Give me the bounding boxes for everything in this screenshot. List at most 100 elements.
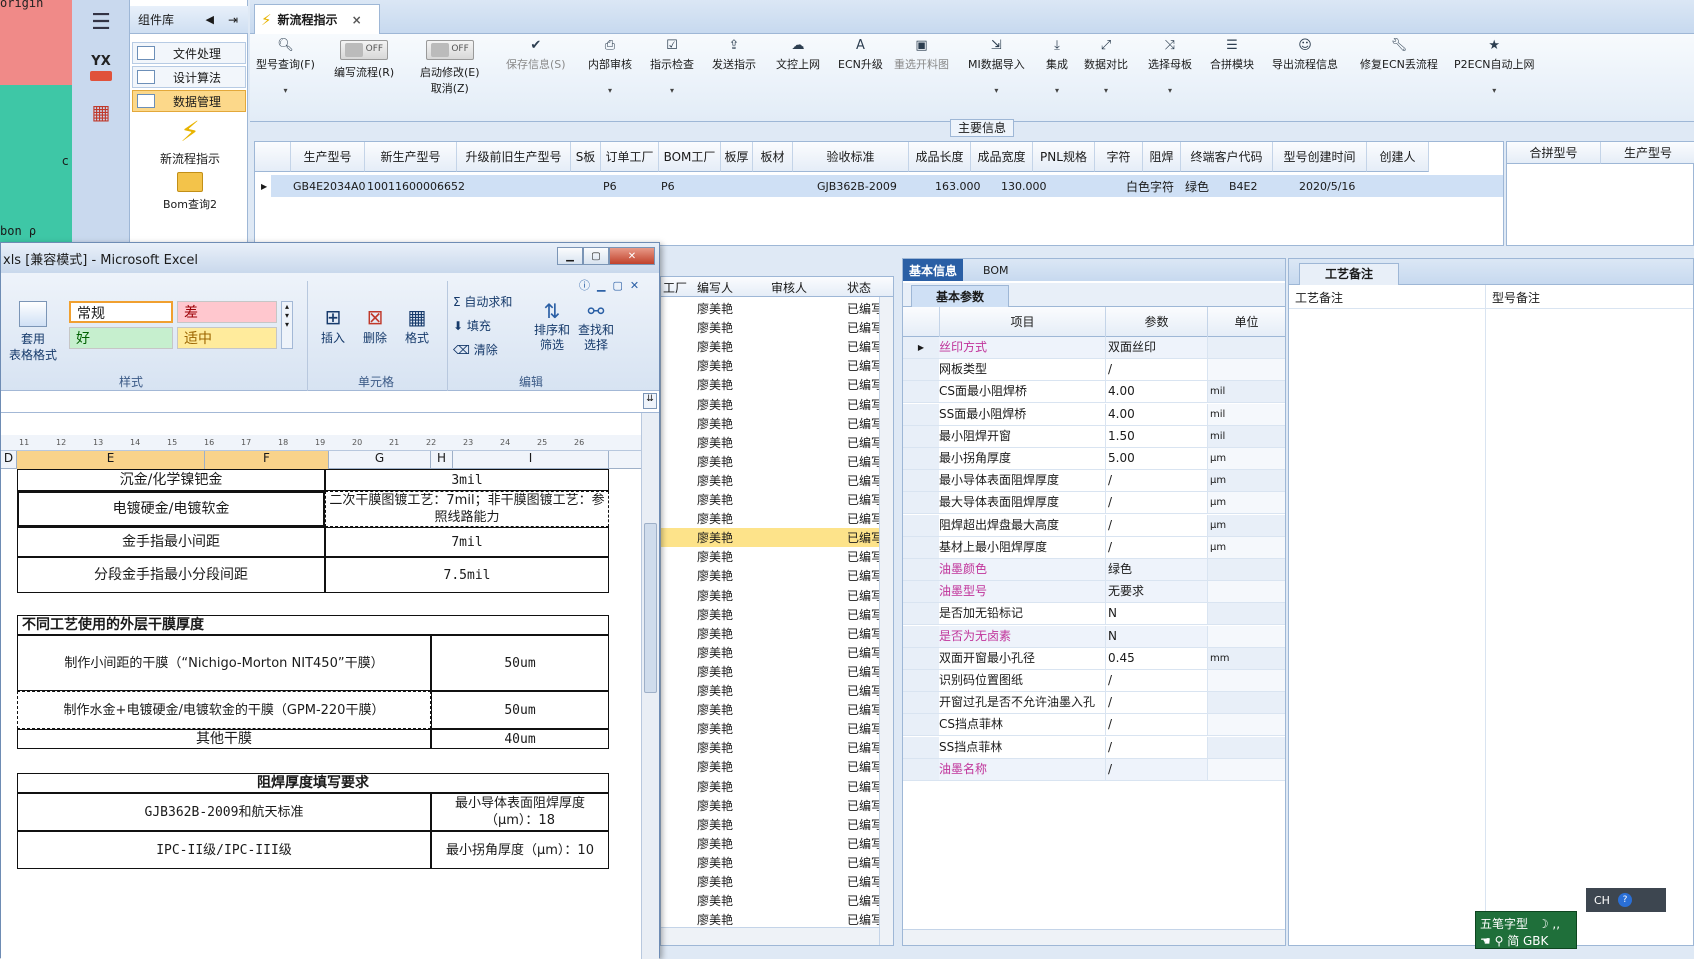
autosum-button[interactable]: Σ 自动求和: [453, 293, 512, 310]
help-icon[interactable]: ?: [1617, 893, 1632, 907]
integrate-button[interactable]: ⤓ 集成 ▾: [1046, 38, 1068, 95]
styles-scroll[interactable]: ▴ ▾ ▾: [281, 301, 293, 349]
column-header[interactable]: 编写人: [697, 279, 733, 296]
list-item[interactable]: 廖美艳 已编写: [661, 853, 879, 872]
language-indicator[interactable]: CH ?: [1586, 888, 1666, 912]
style-normal[interactable]: 常规: [69, 301, 173, 323]
property-row[interactable]: SS挡点菲林 /: [903, 736, 1285, 759]
list-item[interactable]: 廖美艳 已编写: [661, 586, 879, 605]
edit-flow-toggle[interactable]: OFF 编写流程(R): [334, 38, 394, 80]
close-icon[interactable]: ✕: [609, 247, 655, 265]
property-value[interactable]: 4.00: [1105, 381, 1207, 403]
insert-button[interactable]: ⊞ 插入: [313, 305, 353, 346]
property-row[interactable]: 最大导体表面阻焊厚度 / μm: [903, 492, 1285, 515]
section-heading[interactable]: 不同工艺使用的外层干膜厚度: [17, 615, 609, 635]
list-item[interactable]: 廖美艳 已编写: [661, 547, 879, 566]
maximize-icon[interactable]: ▢: [583, 247, 609, 265]
sheet-cell[interactable]: 最小拐角厚度（μm）：10: [431, 831, 609, 869]
internal-review-button[interactable]: ⎙ 内部审核 ▾: [588, 38, 632, 95]
property-value[interactable]: /: [1105, 536, 1207, 558]
save-info-button[interactable]: ✔ 保存信息(S): [506, 38, 566, 72]
select-mother-button[interactable]: ⤨ 选择母板 ▾: [1148, 38, 1192, 95]
ime-charset[interactable]: ☚ ⚲ 简 GBK: [1480, 932, 1548, 949]
column-header[interactable]: 终端客户代码: [1181, 142, 1273, 172]
help-icon[interactable]: ⓘ ▁ ▢ ✕: [579, 277, 639, 293]
sheet-cell[interactable]: 其他干膜: [17, 729, 431, 749]
column-header[interactable]: 订单工厂: [601, 142, 659, 172]
comp-item-data[interactable]: 数据管理: [132, 90, 246, 112]
list-item[interactable]: 廖美艳 已编写: [661, 643, 879, 662]
property-row[interactable]: 双面开窗最小孔径 0.45 mm: [903, 647, 1285, 670]
toggle-switch[interactable]: OFF: [340, 40, 389, 60]
property-row[interactable]: 油墨型号 无要求: [903, 581, 1285, 604]
sheet-cell[interactable]: 二次干膜图镀工艺：7mil；非干膜图镀工艺：参照线路能力: [325, 491, 609, 527]
horizontal-scrollbar[interactable]: [661, 927, 879, 945]
modify-ecn-button[interactable]: 🔧︎ 修复ECN丢流程: [1360, 38, 1438, 72]
sheet-cell[interactable]: GJB362B-2009和航天标准: [17, 793, 431, 831]
sheet-cell[interactable]: 沉金/化学镍钯金: [17, 469, 325, 491]
list-item[interactable]: 廖美艳 已编写: [661, 490, 879, 509]
property-value[interactable]: /: [1105, 758, 1207, 780]
column-header[interactable]: 型号备注: [1485, 285, 1540, 309]
clear-button[interactable]: ⌫ 清除: [453, 341, 498, 358]
list-item[interactable]: 廖美艳 已编写: [661, 605, 879, 624]
cell-order-factory[interactable]: P6: [603, 176, 617, 196]
column-header[interactable]: 状态: [847, 279, 871, 296]
minimize-icon[interactable]: ▁: [557, 247, 583, 265]
sheet-cell[interactable]: 7mil: [325, 527, 609, 557]
sheet-cell[interactable]: 3mil: [325, 469, 609, 491]
column-header[interactable]: F: [205, 451, 329, 469]
list-item[interactable]: 廖美艳 已编写: [661, 375, 879, 394]
list-item[interactable]: 廖美艳 已编写: [661, 528, 879, 548]
property-row[interactable]: 油墨颜色 绿色: [903, 559, 1285, 581]
sort-filter-button[interactable]: ⇅ 排序和 筛选: [531, 299, 573, 353]
ecn-upgrade-button[interactable]: A ECN升级: [838, 38, 883, 72]
send-instruction-button[interactable]: ⇪ 发送指示: [712, 38, 756, 72]
column-header[interactable]: 板厚: [721, 142, 753, 172]
doc-upload-button[interactable]: ☁ 文控上网: [776, 38, 820, 72]
column-header[interactable]: I: [453, 451, 609, 469]
sheet-cell[interactable]: IPC-II级/IPC-III级: [17, 831, 431, 869]
property-row[interactable]: 是否为无卤素 N: [903, 625, 1285, 648]
style-bad[interactable]: 差: [177, 301, 277, 323]
cell-length[interactable]: 163.000: [935, 176, 981, 196]
column-header[interactable]: 生产型号: [291, 142, 365, 172]
property-value[interactable]: N: [1105, 603, 1207, 625]
data-compare-button[interactable]: ⤢ 数据对比 ▾: [1084, 38, 1128, 95]
property-value[interactable]: /: [1105, 714, 1207, 736]
list-item[interactable]: 廖美艳 已编写: [661, 299, 879, 318]
property-row[interactable]: 阻焊超出焊盘最大高度 / μm: [903, 514, 1285, 537]
property-row[interactable]: 网板类型 /: [903, 359, 1285, 382]
sheet-cell[interactable]: 7.5mil: [325, 557, 609, 593]
property-value[interactable]: /: [1105, 470, 1207, 492]
property-value[interactable]: 绿色: [1105, 559, 1207, 580]
p2ecn-button[interactable]: ★ P2ECN自动上网 ▾: [1454, 38, 1535, 95]
find-select-button[interactable]: ⚯ 查找和 选择: [575, 299, 617, 353]
check-instruction-button[interactable]: ☑ 指示检查 ▾: [650, 38, 694, 95]
list-item[interactable]: 廖美艳 已编写: [661, 777, 879, 796]
style-neutral[interactable]: 适中: [177, 327, 277, 349]
section-heading[interactable]: 阻焊厚度填写要求: [17, 773, 609, 793]
property-value[interactable]: /: [1105, 670, 1207, 691]
property-row[interactable]: 最小导体表面阻焊厚度 / μm: [903, 470, 1285, 493]
property-row[interactable]: 最小阻焊开窗 1.50 mil: [903, 425, 1285, 448]
property-row[interactable]: 油墨名称 /: [903, 758, 1285, 781]
sheet-cell[interactable]: 50um: [431, 635, 609, 691]
column-header[interactable]: PNL规格: [1033, 142, 1095, 172]
column-header[interactable]: E: [17, 451, 205, 469]
column-header[interactable]: 成品长度: [909, 142, 971, 172]
sheet-cell[interactable]: 金手指最小间距: [17, 527, 325, 557]
model-query-button[interactable]: 🔍︎ 型号查询(F) ▾: [256, 38, 315, 95]
list-item[interactable]: 廖美艳 已编写: [661, 624, 879, 643]
close-icon[interactable]: ×: [352, 13, 362, 27]
scrollbar-thumb[interactable]: [644, 523, 657, 693]
list-item[interactable]: 廖美艳 已编写: [661, 872, 879, 891]
list-item[interactable]: 廖美艳 已编写: [661, 356, 879, 375]
column-header[interactable]: 合拼型号: [1507, 142, 1601, 164]
list-item[interactable]: 廖美艳 已编写: [661, 891, 879, 910]
property-row[interactable]: 最小拐角厚度 5.00 μm: [903, 448, 1285, 470]
column-header[interactable]: 型号创建时间: [1273, 142, 1367, 172]
cell-bom-factory[interactable]: P6: [661, 176, 675, 196]
property-value[interactable]: /: [1105, 359, 1207, 381]
comp-item-design[interactable]: 设计算法: [132, 66, 246, 88]
